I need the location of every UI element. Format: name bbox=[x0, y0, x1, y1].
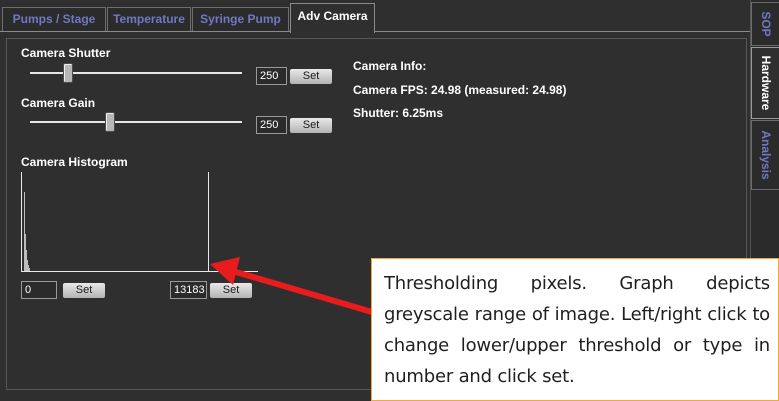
arrow-shaft bbox=[233, 269, 375, 315]
arrow-head bbox=[210, 257, 240, 285]
annotation-callout: Thresholding pixels. Graph depicts greys… bbox=[371, 258, 779, 401]
annotation-text: Thresholding pixels. Graph depicts greys… bbox=[384, 273, 770, 387]
